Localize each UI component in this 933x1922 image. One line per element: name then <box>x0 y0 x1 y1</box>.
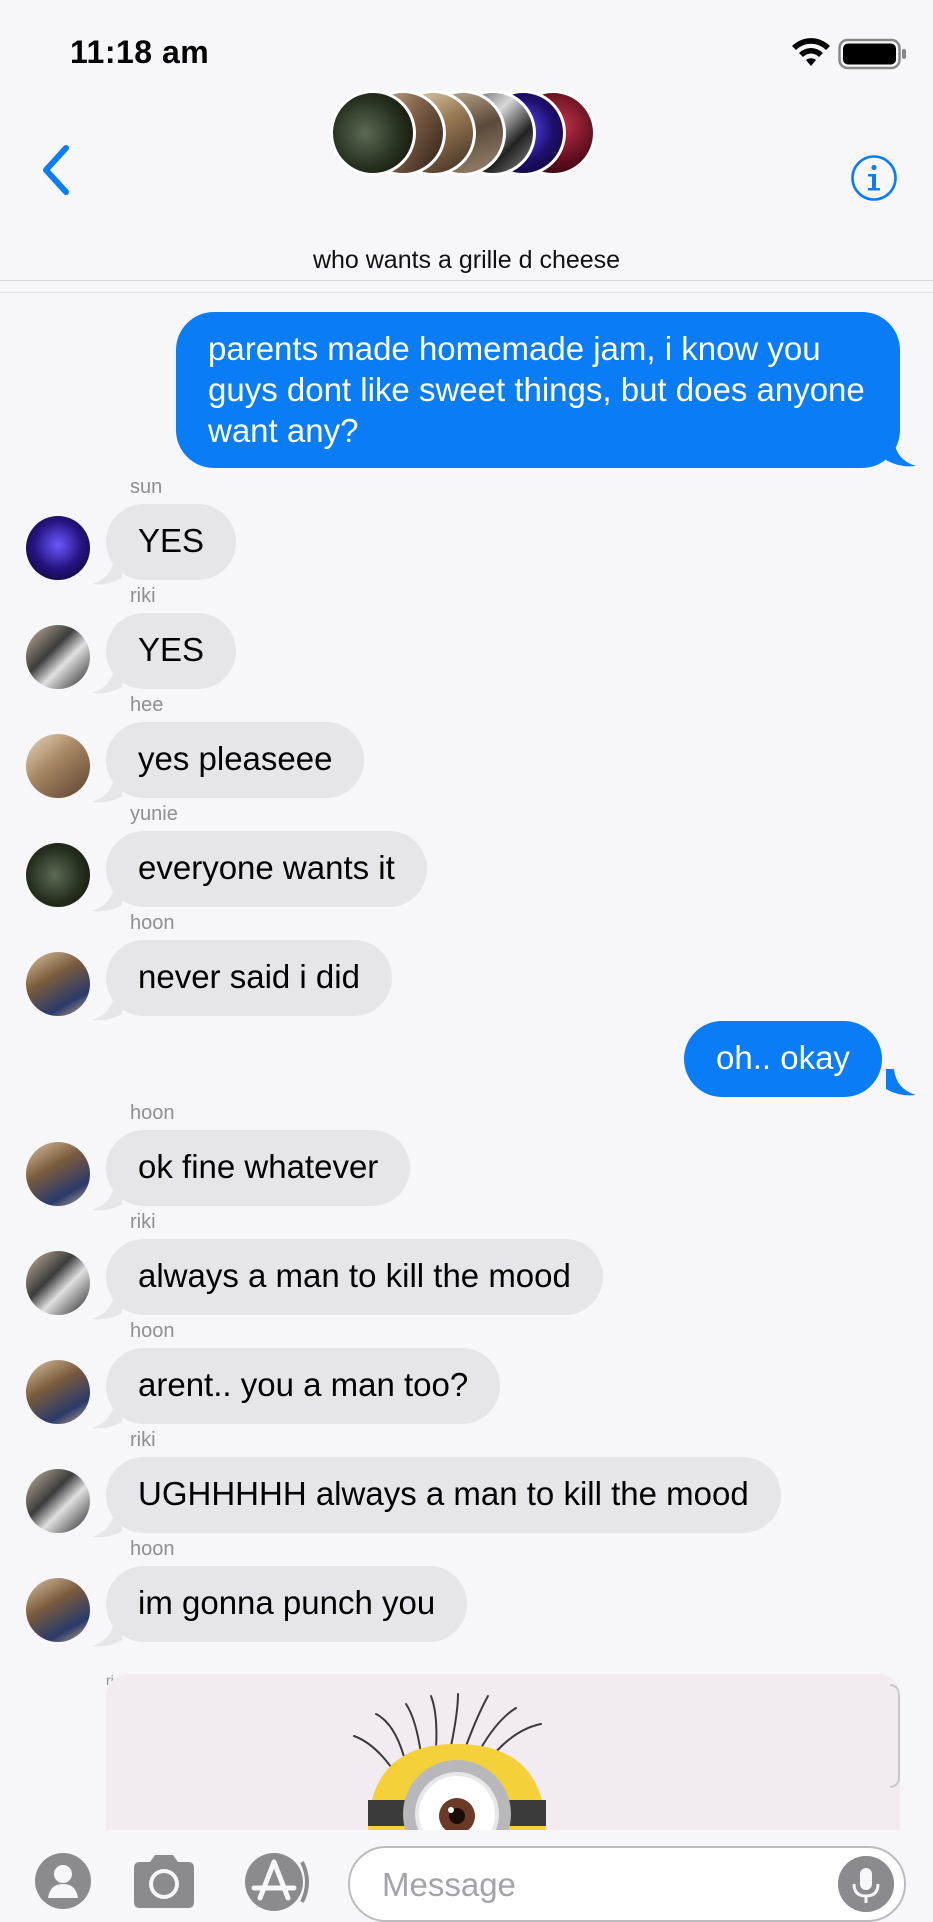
camera-icon[interactable] <box>128 1852 200 1910</box>
avatar[interactable] <box>26 1360 90 1424</box>
image-message[interactable] <box>106 1674 900 1830</box>
message-bubble-incoming[interactable]: im gonna punch you <box>106 1566 468 1642</box>
message-text: oh.. okay <box>716 1039 850 1076</box>
sender-label: hoon <box>130 912 175 934</box>
message-input[interactable] <box>380 1858 824 1912</box>
avatar[interactable] <box>26 1469 90 1533</box>
message-bubble-outgoing[interactable]: oh.. okay <box>684 1021 882 1097</box>
message-bubble-incoming[interactable]: ok fine whatever <box>106 1130 411 1206</box>
status-time: 11:18 am <box>70 34 210 70</box>
sender-label: hoon <box>130 1102 175 1124</box>
sender-label: riki <box>130 585 156 607</box>
group-name[interactable]: who wants a grille d cheese <box>0 246 933 275</box>
avatar <box>330 90 416 176</box>
bubble-tail <box>886 440 916 467</box>
message-bubble-incoming[interactable]: everyone wants it <box>106 831 427 907</box>
group-avatar-stack[interactable] <box>330 90 610 182</box>
conversation-header: who wants a grille d cheese <box>0 80 933 281</box>
wifi-icon <box>792 38 830 66</box>
battery-icon <box>838 38 906 70</box>
divider <box>0 292 933 293</box>
avatar[interactable] <box>26 625 90 689</box>
message-text: YES <box>138 522 205 559</box>
message-bubble-outgoing[interactable]: parents made homemade jam, i know you gu… <box>176 312 900 468</box>
message-text: parents made homemade jam, i know you gu… <box>208 330 865 449</box>
avatar[interactable] <box>26 843 90 907</box>
bubble-tail <box>886 1069 916 1096</box>
message-list[interactable]: parents made homemade jam, i know you gu… <box>0 296 933 1830</box>
message-bubble-incoming[interactable]: arent.. you a man too? <box>106 1348 501 1424</box>
message-bubble-incoming[interactable]: yes pleaseee <box>106 722 365 798</box>
message-field[interactable] <box>348 1846 906 1922</box>
sender-label: hoon <box>130 1320 175 1342</box>
message-bubble-incoming[interactable]: YES <box>106 504 237 580</box>
avatar[interactable] <box>26 1251 90 1315</box>
sender-label: yunie <box>130 803 178 825</box>
image-card-edge <box>890 1684 900 1788</box>
sender-label: sun <box>130 476 163 498</box>
contact-icon[interactable] <box>34 1852 92 1910</box>
message-text: im gonna punch you <box>138 1584 436 1621</box>
message-text: ok fine whatever <box>138 1148 379 1185</box>
message-bubble-incoming[interactable]: always a man to kill the mood <box>106 1239 603 1315</box>
message-text: arent.. you a man too? <box>138 1366 469 1403</box>
message-text: yes pleaseee <box>138 740 333 777</box>
message-text: always a man to kill the mood <box>138 1257 571 1294</box>
sender-label: riki <box>130 1429 156 1451</box>
avatar[interactable] <box>26 516 90 580</box>
microphone-icon[interactable] <box>838 1856 894 1912</box>
message-bubble-incoming[interactable]: UGHHHHH always a man to kill the mood <box>106 1457 781 1533</box>
message-input-bar <box>0 1830 933 1922</box>
message-bubble-incoming[interactable]: never said i did <box>106 940 392 1016</box>
avatar[interactable] <box>26 952 90 1016</box>
sender-label: hoon <box>130 1538 175 1560</box>
avatar[interactable] <box>26 1578 90 1642</box>
chevron-left-icon[interactable] <box>32 140 82 200</box>
message-bubble-incoming[interactable]: YES <box>106 613 237 689</box>
sender-label: riki <box>130 1211 156 1233</box>
sender-label: hee <box>130 694 164 716</box>
message-text: everyone wants it <box>138 849 395 886</box>
appstore-icon[interactable] <box>240 1852 316 1912</box>
info-icon[interactable] <box>850 154 898 202</box>
avatar[interactable] <box>26 1142 90 1206</box>
message-text: never said i did <box>138 958 360 995</box>
avatar[interactable] <box>26 734 90 798</box>
message-text: YES <box>138 631 205 668</box>
message-text: UGHHHHH always a man to kill the mood <box>138 1475 749 1512</box>
minion-image <box>106 1674 900 1830</box>
